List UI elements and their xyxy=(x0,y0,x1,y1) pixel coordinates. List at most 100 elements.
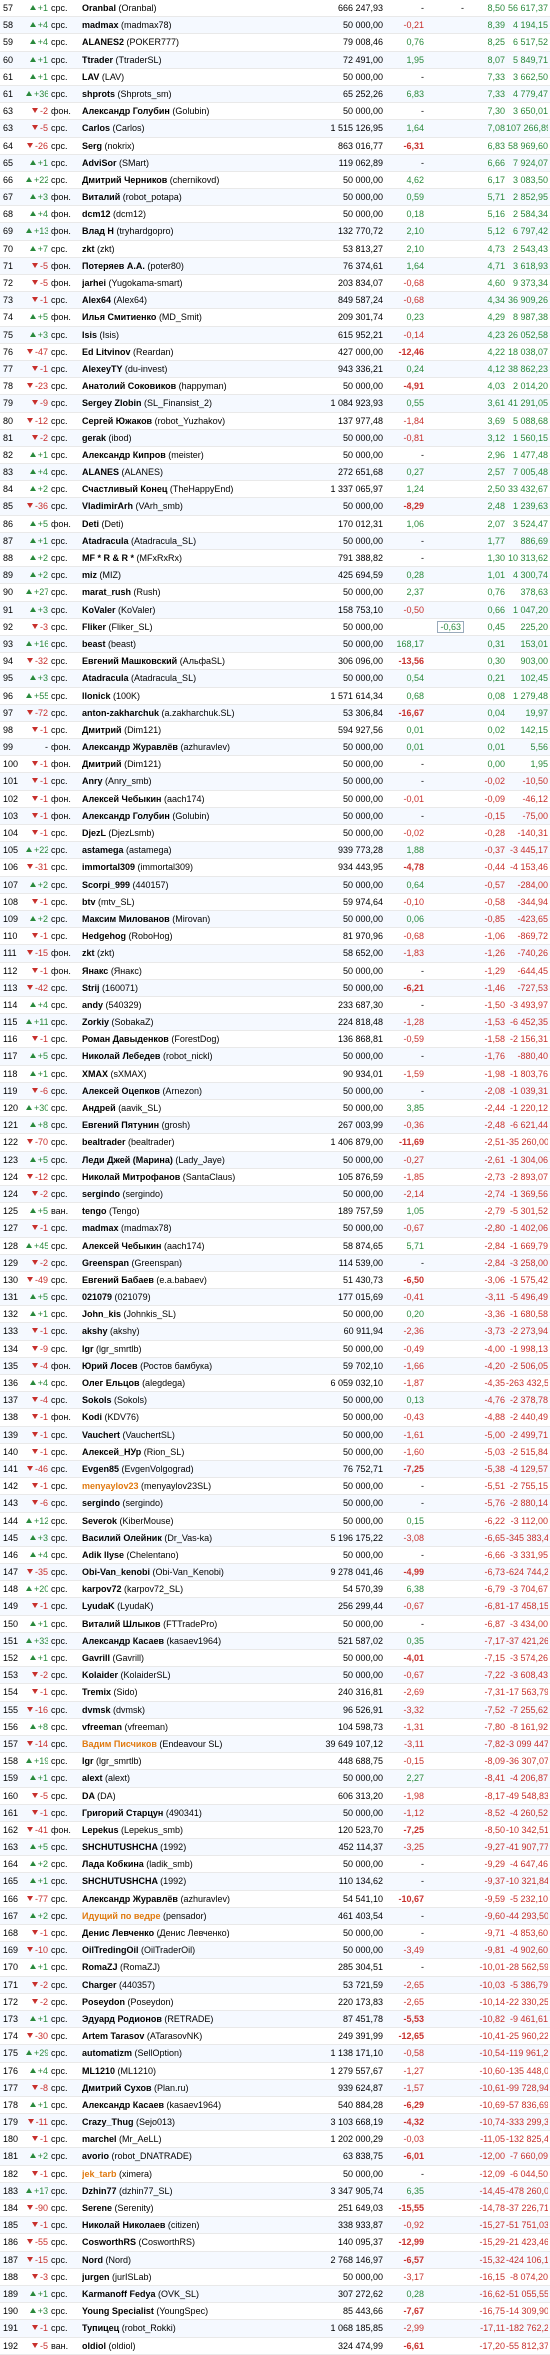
participant-name-link[interactable]: Vauchert (VauchertSL) xyxy=(82,1427,294,1443)
participant-name[interactable]: Nord xyxy=(82,2255,106,2265)
participant-name[interactable]: Scorpi_999 xyxy=(82,880,133,890)
participant-name[interactable]: Лада Кобкина xyxy=(82,1859,146,1869)
participant-name[interactable]: Serg xyxy=(82,141,105,151)
participant-name[interactable]: Vauchert xyxy=(82,1430,123,1440)
participant-name[interactable]: Hedgehog xyxy=(82,931,129,941)
participant-name-link[interactable]: Потеряев А.А. (poter80) xyxy=(82,258,294,274)
participant-name[interactable]: jek_tarb xyxy=(82,2169,119,2179)
participant-name-link[interactable]: akshy (akshy) xyxy=(82,1323,294,1339)
participant-name[interactable]: ALANES2 xyxy=(82,37,127,47)
participant-name-link[interactable]: oldiol (oldiol) xyxy=(82,2338,294,2354)
participant-name[interactable]: ML1210 xyxy=(82,2066,118,2076)
participant-name[interactable]: Sergey Zlobin xyxy=(82,398,144,408)
participant-name-link[interactable]: Евгений Бабаев (e.a.babaev) xyxy=(82,1272,294,1288)
participant-name[interactable]: Тупицец xyxy=(82,2323,122,2333)
participant-name-link[interactable]: Денис Левченко (Денис Левченко) xyxy=(82,1925,294,1941)
participant-name-link[interactable]: anton-zakharchuk (a.zakharchuk.SL) xyxy=(82,705,294,721)
participant-name-link[interactable]: lgr (lgr_smrtlb) xyxy=(82,1753,294,1769)
participant-name[interactable]: Anry xyxy=(82,776,105,786)
participant-name-link[interactable]: LAV (LAV) xyxy=(82,69,294,85)
participant-name[interactable]: anton-zakharchuk xyxy=(82,708,162,718)
participant-name[interactable]: Идущий по ведре xyxy=(82,1911,163,1921)
participant-name-link[interactable]: DjezL (DjezLsmb) xyxy=(82,825,294,841)
participant-name[interactable]: Isis xyxy=(82,330,100,340)
participant-name-link[interactable]: Алексей Чебыкин (aach174) xyxy=(82,1238,294,1254)
participant-name-link[interactable]: automatizm (SellOption) xyxy=(82,2045,294,2061)
participant-name-link[interactable]: Вадим Писчиков (Endeavour SL) xyxy=(82,1736,294,1752)
participant-name-link[interactable]: dvmsk (dvmsk) xyxy=(82,1702,294,1718)
participant-name[interactable]: LAV xyxy=(82,72,102,82)
participant-name-link[interactable]: Karmanoff Fedya (OVK_SL) xyxy=(82,2286,294,2302)
participant-name[interactable]: Роман Давыденков xyxy=(82,1034,171,1044)
participant-name-link[interactable]: Дмитрий (Dim121) xyxy=(82,756,294,772)
participant-name-link[interactable]: sergindo (sergindo) xyxy=(82,1186,294,1202)
participant-name-link[interactable]: Александр Журавлёв (azhuravlev) xyxy=(82,739,294,755)
participant-name[interactable]: Денис Левченко xyxy=(82,1928,157,1938)
participant-name-link[interactable]: Ttrader (TtraderSL) xyxy=(82,52,294,68)
participant-name-link[interactable]: Poseydon (Poseydon) xyxy=(82,1994,294,2010)
participant-name-link[interactable]: Анатолий Соковиков (happyman) xyxy=(82,378,294,394)
participant-name-link[interactable]: Идущий по ведре (pensador) xyxy=(82,1908,294,1924)
participant-name[interactable]: Crazy_Thug xyxy=(82,2117,136,2127)
participant-name-link[interactable]: Алексей Оцепков (Arnezon) xyxy=(82,1083,294,1099)
participant-name[interactable]: Fliker xyxy=(82,622,109,632)
participant-name[interactable]: Янакс xyxy=(82,966,111,976)
participant-name-link[interactable]: tengo (Tengo) xyxy=(82,1203,294,1219)
participant-name-link[interactable]: Sokols (Sokols) xyxy=(82,1392,294,1408)
participant-name-link[interactable]: DA (DA) xyxy=(82,1788,294,1804)
participant-name[interactable]: Александр Касаев xyxy=(82,2100,167,2110)
participant-name[interactable]: miz xyxy=(82,570,100,580)
participant-name[interactable]: dcm12 xyxy=(82,209,113,219)
participant-name-link[interactable]: ALANES (ALANES) xyxy=(82,464,294,480)
participant-name[interactable]: Sokols xyxy=(82,1395,114,1405)
participant-name[interactable]: Николай Лебедев xyxy=(82,1051,163,1061)
participant-name[interactable]: oldiol xyxy=(82,2341,109,2351)
participant-name[interactable]: Дмитрий Черников xyxy=(82,175,170,185)
participant-name-link[interactable]: Alex64 (Alex64) xyxy=(82,292,294,308)
participant-name-link[interactable]: Greenspan (Greenspan) xyxy=(82,1255,294,1271)
participant-name[interactable]: Young Specialist xyxy=(82,2306,156,2316)
participant-name-link[interactable]: Александр Голубин (Golubin) xyxy=(82,103,294,119)
participant-name[interactable]: lgr xyxy=(82,1344,96,1354)
participant-name-link[interactable]: MF * R & R * (MFxRxRx) xyxy=(82,550,294,566)
participant-name[interactable]: automatizm xyxy=(82,2048,135,2058)
participant-name[interactable]: jurgen xyxy=(82,2272,112,2282)
participant-name-link[interactable]: miz (MIZ) xyxy=(82,567,294,583)
participant-name-link[interactable]: Николай Николаев (citizen) xyxy=(82,2217,294,2233)
participant-name-link[interactable]: vfreeman (vfreeman) xyxy=(82,1719,294,1735)
participant-name-link[interactable]: llonick (100K) xyxy=(82,688,294,704)
participant-name-link[interactable]: Янакс (Янакс) xyxy=(82,963,294,979)
participant-name-link[interactable]: Gavrill (Gavrill) xyxy=(82,1650,294,1666)
participant-name-link[interactable]: jek_tarb (ximera) xyxy=(82,2166,294,2182)
participant-name-link[interactable]: jarhei (Yugokama-smart) xyxy=(82,275,294,291)
participant-name-link[interactable]: Serg (nokrix) xyxy=(82,138,294,154)
participant-name[interactable]: Евгений Пятунин xyxy=(82,1120,162,1130)
participant-name[interactable]: dvmsk xyxy=(82,1705,113,1715)
participant-name-link[interactable]: zkt (zkt) xyxy=(82,945,294,961)
participant-name-link[interactable]: ML1210 (ML1210) xyxy=(82,2063,294,2079)
participant-name-link[interactable]: Алексей Чебыкин (aach174) xyxy=(82,791,294,807)
participant-name[interactable]: btv xyxy=(82,897,98,907)
participant-name-link[interactable]: Zorkiy (SobakaZ) xyxy=(82,1014,294,1030)
participant-name[interactable]: CosworthRS xyxy=(82,2237,139,2247)
participant-name-link[interactable]: Алексей_НУр (Rion_SL) xyxy=(82,1444,294,1460)
participant-name-link[interactable]: Николай Митрофанов (SantaClaus) xyxy=(82,1169,294,1185)
participant-name-link[interactable]: immortal309 (immortal309) xyxy=(82,859,294,875)
participant-name[interactable]: vfreeman xyxy=(82,1722,125,1732)
participant-name[interactable]: DjezL xyxy=(82,828,108,838)
participant-name[interactable]: Счастливый Конец xyxy=(82,484,170,494)
participant-name-link[interactable]: Crazy_Thug (Sejo013) xyxy=(82,2114,294,2130)
participant-name-link[interactable]: OilTredingOil (OilTraderOil) xyxy=(82,1942,294,1958)
participant-name-link[interactable]: Олег Ельцов (alegdega) xyxy=(82,1375,294,1391)
participant-name-link[interactable]: jurgen (jurISLab) xyxy=(82,2269,294,2285)
participant-name-link[interactable]: AlexeyTY (du-invest) xyxy=(82,361,294,377)
participant-name-link[interactable]: Oranbal (Oranbal) xyxy=(82,0,294,16)
participant-name[interactable]: Ttrader xyxy=(82,55,116,65)
participant-name-link[interactable]: Evgen85 (EvgenVolgograd) xyxy=(82,1461,294,1477)
participant-name-link[interactable]: Young Specialist (YoungSpec) xyxy=(82,2303,294,2319)
participant-name[interactable]: beast xyxy=(82,639,108,649)
participant-name-link[interactable]: Юрий Лосев (Ростов бамбука) xyxy=(82,1358,294,1374)
participant-name-link[interactable]: Леди Джей (Марина) (Lady_Jaye) xyxy=(82,1152,294,1168)
participant-name-link[interactable]: bealtrader (bealtrader) xyxy=(82,1134,294,1150)
participant-name[interactable]: Александр Касаев xyxy=(82,1636,167,1646)
